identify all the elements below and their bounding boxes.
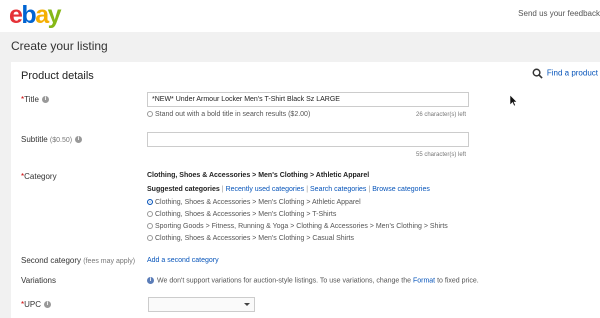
category-radio[interactable] bbox=[147, 211, 153, 218]
top-bar: ebay Send us your feedback bbox=[0, 0, 600, 32]
category-option-label: Clothing, Shoes & Accessories > Men's Cl… bbox=[155, 235, 354, 242]
category-option[interactable]: Clothing, Shoes & Accessories > Men's Cl… bbox=[147, 211, 336, 218]
tab-suggested-categories[interactable]: Suggested categories bbox=[147, 186, 220, 193]
category-label-text: Category bbox=[24, 172, 57, 181]
bold-title-label: Stand out with a bold title in search re… bbox=[155, 111, 287, 118]
title-input[interactable]: *NEW* Under Armour Locker Men's T-Shirt … bbox=[147, 92, 469, 107]
logo-letter-y: y bbox=[47, 1, 62, 29]
subtitle-char-counter: 55 character(s) left bbox=[416, 152, 467, 158]
category-label: *Category bbox=[21, 172, 57, 181]
category-option[interactable]: Sporting Goods > Fitness, Running & Yoga… bbox=[147, 223, 448, 230]
format-link[interactable]: Format bbox=[413, 277, 435, 284]
category-option-label: Clothing, Shoes & Accessories > Men's Cl… bbox=[155, 211, 337, 218]
title-label-text: Title bbox=[24, 95, 39, 104]
search-icon bbox=[532, 68, 543, 79]
logo-letter-a: a bbox=[35, 1, 49, 29]
logo-letter-e: e bbox=[9, 1, 23, 29]
page-title: Create your listing bbox=[11, 39, 108, 53]
logo-letter-b: b bbox=[21, 1, 36, 29]
category-tabs: Suggested categories | Recently used categ… bbox=[147, 186, 430, 193]
category-radio[interactable] bbox=[147, 223, 153, 230]
upc-select[interactable] bbox=[148, 297, 255, 312]
subtitle-label: Subtitle ($0.50) i bbox=[21, 135, 83, 144]
tab-search-categories[interactable]: Search categories bbox=[310, 186, 366, 193]
add-second-category-link[interactable]: Add a second category bbox=[147, 257, 219, 264]
category-radio[interactable] bbox=[147, 235, 153, 242]
second-category-label-text: Second category bbox=[21, 256, 82, 265]
variations-note-text: We don't support variations for auction-… bbox=[157, 277, 411, 285]
tab-browse-categories[interactable]: Browse categories bbox=[372, 186, 430, 193]
category-radio-selected[interactable] bbox=[147, 199, 153, 206]
bold-title-option[interactable]: Stand out with a bold title in search re… bbox=[147, 111, 310, 118]
product-details-heading: Product details bbox=[21, 70, 94, 82]
upc-label: *UPC i bbox=[21, 300, 52, 309]
selected-category-path: Clothing, Shoes & Accessories > Men's Cl… bbox=[147, 172, 370, 179]
bold-title-radio[interactable] bbox=[147, 111, 153, 118]
variations-note: i We don't support variations for auction… bbox=[147, 277, 479, 284]
bold-title-price: ($2.00) bbox=[288, 111, 311, 118]
category-option[interactable]: Clothing, Shoes & Accessories > Men's Cl… bbox=[147, 235, 354, 242]
subtitle-input[interactable] bbox=[147, 132, 469, 147]
feedback-link[interactable]: Send us your feedback bbox=[518, 9, 600, 18]
info-icon[interactable]: i bbox=[75, 136, 83, 144]
subtitle-fee: ($0.50) bbox=[49, 137, 73, 144]
category-option-label: Clothing, Shoes & Accessories > Men's Cl… bbox=[155, 199, 361, 206]
category-option[interactable]: Clothing, Shoes & Accessories > Men's Cl… bbox=[147, 199, 361, 206]
info-icon[interactable]: i bbox=[44, 301, 52, 309]
find-product-label: Find a product bbox=[546, 68, 598, 78]
title-label: *Title i bbox=[21, 95, 49, 104]
mouse-cursor-icon bbox=[510, 95, 518, 107]
category-option-label: Sporting Goods > Fitness, Running & Yoga… bbox=[155, 223, 448, 230]
info-icon: i bbox=[147, 277, 154, 284]
find-product-link[interactable]: Find a product bbox=[532, 68, 598, 79]
variations-label: Variations bbox=[21, 276, 56, 285]
ebay-logo[interactable]: ebay bbox=[9, 1, 62, 29]
second-category-fee-note: (fees may apply) bbox=[83, 258, 136, 265]
variations-note-end: to fixed price. bbox=[437, 277, 479, 285]
chevron-down-icon bbox=[244, 303, 250, 306]
upc-label-text: UPC bbox=[24, 300, 42, 309]
info-icon[interactable]: i bbox=[41, 96, 49, 104]
tab-recent-categories[interactable]: Recently used categories bbox=[226, 186, 305, 193]
second-category-label: Second category (fees may apply) bbox=[21, 256, 135, 265]
subtitle-label-text: Subtitle bbox=[21, 135, 48, 144]
title-char-counter: 26 character(s) left bbox=[416, 112, 467, 118]
